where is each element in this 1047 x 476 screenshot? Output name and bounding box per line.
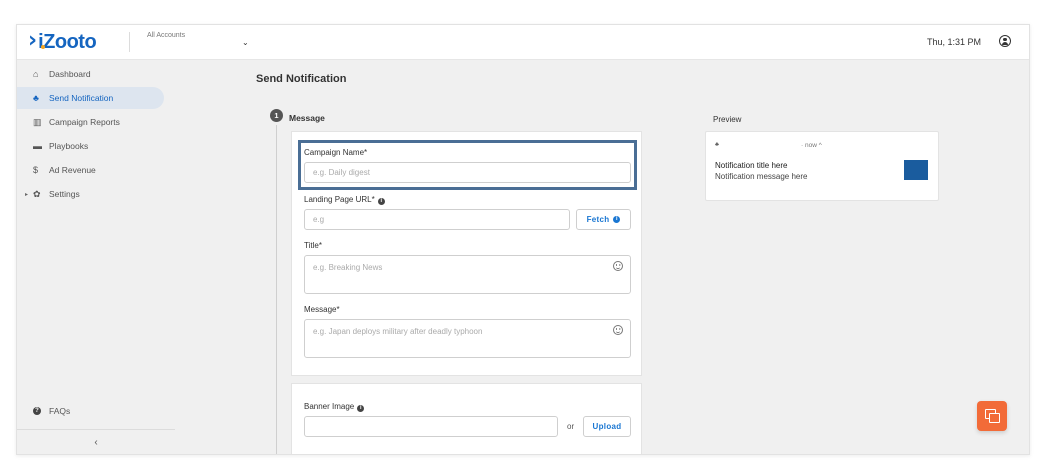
sidebar-item-campaign-reports[interactable]: ▥ Campaign Reports	[17, 111, 164, 133]
logo-text: iZooto	[38, 30, 97, 53]
bar-chart-icon: ▥	[33, 116, 42, 127]
account-dropdown-caret-icon[interactable]: ⌄	[242, 38, 249, 47]
notification-preview-card: ♣ · now ^ Notification title here Notifi…	[705, 131, 939, 201]
preview-timestamp: · now ^	[801, 142, 822, 149]
step-number-badge: 1	[270, 109, 283, 122]
upload-button[interactable]: Upload	[583, 416, 631, 437]
emoji-picker-icon[interactable]	[613, 261, 623, 271]
sidebar-item-label: Playbooks	[49, 141, 89, 151]
clock-text: Thu, 1:31 PM	[926, 37, 981, 47]
expand-caret-icon: ▸	[25, 191, 29, 198]
banner-url-input[interactable]	[304, 416, 558, 437]
landing-url-placeholder: e.g	[313, 215, 325, 224]
info-icon[interactable]: i	[357, 405, 365, 412]
top-bar: › iZooto All Accounts ⌄ Thu, 1:31 PM	[17, 25, 1029, 60]
faq-label: FAQs	[49, 406, 71, 416]
message-form-card: Campaign Name* e.g. Daily digest Landing…	[291, 131, 642, 376]
logo-chevron-icon: ›	[28, 28, 38, 53]
sidebar-item-dashboard[interactable]: ⌂ Dashboard	[17, 63, 164, 85]
preview-heading: Preview	[713, 115, 742, 124]
sidebar-item-settings[interactable]: ▸ ✿ Settings	[17, 183, 164, 205]
sidebar-item-label: Ad Revenue	[49, 165, 96, 175]
preview-thumbnail-image	[904, 160, 928, 180]
campaign-name-label: Campaign Name*	[304, 148, 368, 157]
landing-url-input[interactable]: e.g	[304, 209, 570, 230]
title-placeholder: e.g. Breaking News	[313, 263, 383, 272]
sidebar-item-label: Send Notification	[49, 93, 114, 103]
message-label: Message*	[304, 305, 340, 314]
app-window: › iZooto All Accounts ⌄ Thu, 1:31 PM ⌂ D…	[16, 24, 1030, 455]
info-icon[interactable]: i	[377, 198, 385, 205]
bell-icon: ♣	[715, 142, 719, 148]
faq-link[interactable]: ? FAQs	[17, 406, 70, 416]
campaign-name-input[interactable]: e.g. Daily digest	[304, 162, 631, 183]
landing-url-label-row: Landing Page URL* i	[304, 195, 385, 205]
fetch-button[interactable]: Fetch i	[576, 209, 631, 230]
chat-support-button[interactable]	[977, 401, 1007, 431]
gear-icon: ✿	[33, 188, 41, 199]
sidebar-item-label: Dashboard	[49, 69, 91, 79]
home-icon: ⌂	[33, 69, 39, 79]
preview-title: Notification title here	[715, 161, 788, 170]
dollar-icon: $	[33, 165, 39, 175]
preview-message: Notification message here	[715, 172, 808, 181]
collapse-sidebar-button[interactable]: ‹	[17, 429, 175, 454]
title-label: Title*	[304, 241, 322, 250]
campaign-name-placeholder: e.g. Daily digest	[313, 168, 370, 177]
step-connector-line	[276, 125, 277, 454]
chat-icon	[985, 409, 1000, 423]
fetch-button-label: Fetch	[586, 215, 610, 224]
logo-dot	[41, 45, 45, 49]
banner-image-card: Banner Image i or Upload	[291, 383, 642, 454]
header-divider	[129, 32, 130, 52]
sidebar-item-label: Settings	[49, 189, 80, 199]
emoji-picker-icon[interactable]	[613, 325, 623, 335]
sidebar-item-ad-revenue[interactable]: $ Ad Revenue	[17, 159, 164, 181]
banner-label-row: Banner Image i	[304, 402, 365, 412]
account-selector-label[interactable]: All Accounts	[147, 32, 185, 39]
fetch-info-icon: i	[613, 216, 621, 223]
playbook-icon: ▬	[33, 141, 42, 151]
page-title: Send Notification	[256, 73, 347, 85]
message-input[interactable]: e.g. Japan deploys military after deadly…	[304, 319, 631, 358]
step-label: Message	[289, 113, 325, 123]
banner-image-label: Banner Image	[304, 402, 355, 411]
sidebar: ⌂ Dashboard ♣ Send Notification ▥ Campai…	[17, 61, 175, 454]
question-icon: ?	[33, 407, 41, 415]
sidebar-item-send-notification[interactable]: ♣ Send Notification	[17, 87, 164, 109]
landing-url-label: Landing Page URL*	[304, 195, 375, 204]
bell-icon: ♣	[33, 93, 39, 103]
message-placeholder: e.g. Japan deploys military after deadly…	[313, 327, 483, 336]
sidebar-item-playbooks[interactable]: ▬ Playbooks	[17, 135, 164, 157]
sidebar-item-label: Campaign Reports	[49, 117, 120, 127]
user-account-icon[interactable]	[999, 35, 1011, 47]
title-input[interactable]: e.g. Breaking News	[304, 255, 631, 294]
or-text: or	[567, 422, 575, 431]
izooto-logo[interactable]: › iZooto	[28, 28, 97, 53]
